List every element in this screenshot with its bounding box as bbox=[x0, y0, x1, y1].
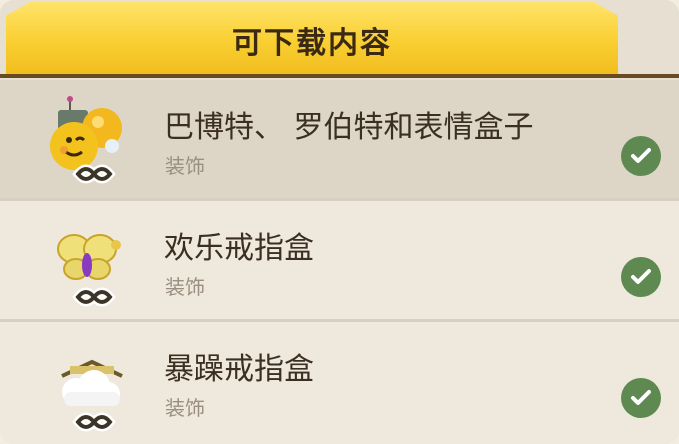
header-bar: 可下载内容 bbox=[0, 0, 679, 80]
item-category: 装饰 bbox=[165, 396, 205, 420]
butterfly-ring-icon bbox=[57, 234, 121, 307]
header-divider bbox=[0, 74, 679, 78]
item-title: 暴躁戒指盒 bbox=[164, 352, 314, 387]
panel-title: 可下载内容 bbox=[232, 26, 392, 61]
owned-check-icon bbox=[621, 257, 661, 297]
owned-check-icon bbox=[621, 136, 661, 176]
dlc-panel: 可下载内容 巴博特、 罗伯特和表情盒子 装饰 欢乐戒指盒 装饰 暴躁戒指盒 装饰 bbox=[0, 0, 679, 444]
item-title: 欢乐戒指盒 bbox=[164, 231, 314, 266]
item-title: 巴博特、 罗伯特和表情盒子 bbox=[164, 110, 534, 145]
owned-check-icon bbox=[621, 378, 661, 418]
cloud-ring-icon bbox=[61, 359, 123, 432]
item-category: 装饰 bbox=[165, 154, 205, 178]
item-category: 装饰 bbox=[165, 275, 205, 299]
dlc-item-happy-ring-box[interactable]: 欢乐戒指盒 装饰 bbox=[0, 201, 679, 322]
dlc-item-grumpy-ring-box[interactable]: 暴躁戒指盒 装饰 bbox=[0, 322, 679, 444]
dlc-item-emoji-box[interactable]: 巴博特、 罗伯特和表情盒子 装饰 bbox=[0, 80, 679, 201]
emoji-robot-box-icon bbox=[50, 96, 122, 184]
